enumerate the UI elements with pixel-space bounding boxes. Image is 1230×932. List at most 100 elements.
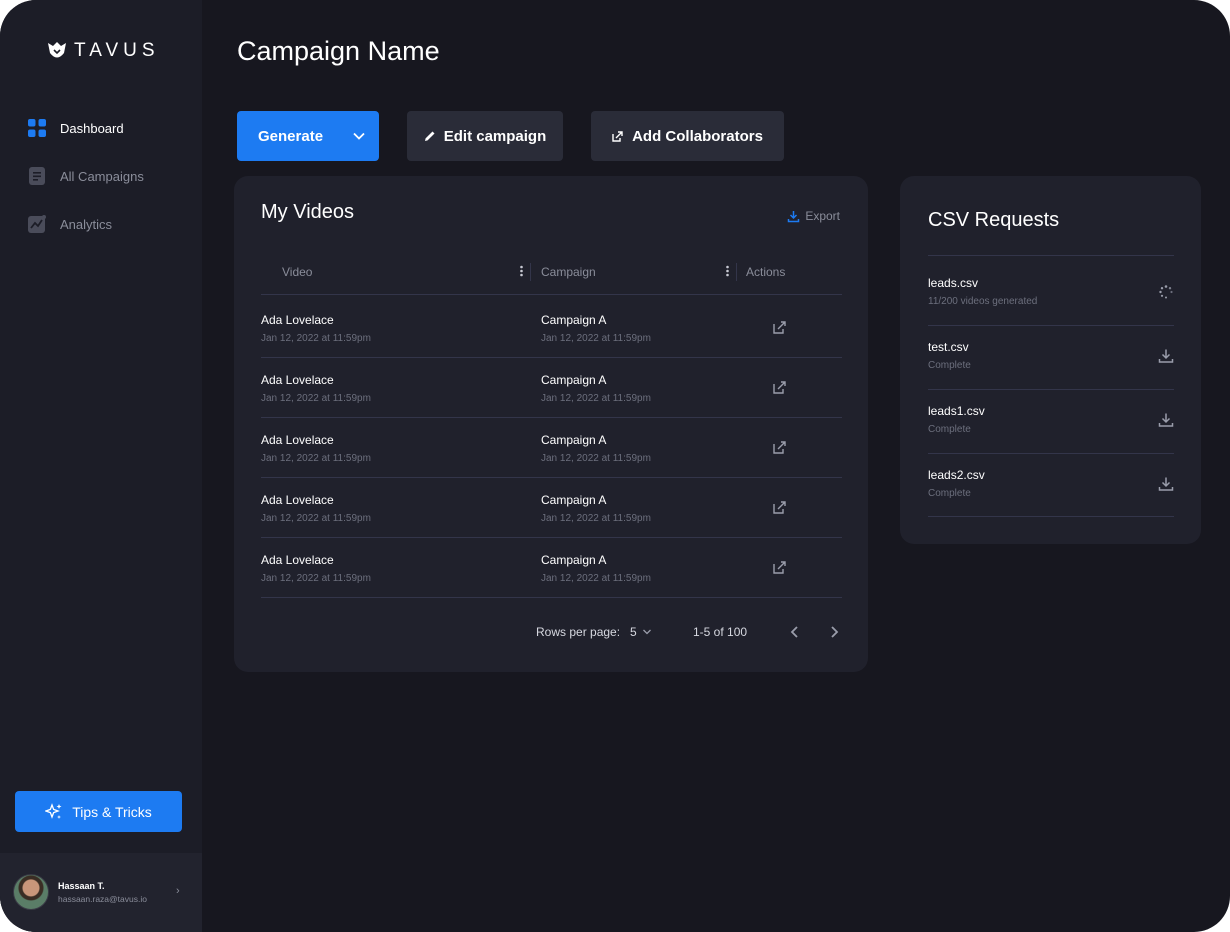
sidebar-item-all-campaigns[interactable]: All Campaigns	[28, 164, 144, 188]
grid-icon	[28, 119, 46, 137]
share-icon[interactable]	[772, 499, 788, 515]
user-email: hassaan.raza@tavus.io	[58, 894, 147, 904]
video-name: Ada Lovelace	[261, 493, 334, 507]
sidebar-item-analytics[interactable]: Analytics	[28, 212, 144, 236]
video-name: Ada Lovelace	[261, 433, 334, 447]
sidebar: TAVUS Dashboard All Campaigns Analytics …	[0, 0, 202, 932]
export-button[interactable]: Export	[787, 209, 840, 223]
rows-per-page-select[interactable]: 5	[630, 625, 637, 639]
user-profile[interactable]: Hassaan T. hassaan.raza@tavus.io ›	[0, 853, 202, 932]
video-date: Jan 12, 2022 at 11:59pm	[261, 513, 371, 524]
column-divider[interactable]	[736, 263, 737, 281]
campaign-name: Campaign A	[541, 493, 607, 507]
csv-status: 11/200 videos generated	[928, 296, 1038, 307]
video-name: Ada Lovelace	[261, 313, 334, 327]
tips-button-label: Tips & Tricks	[72, 803, 152, 820]
download-icon[interactable]	[1158, 348, 1174, 364]
share-icon[interactable]	[772, 379, 788, 395]
csv-file-name: leads1.csv	[928, 404, 985, 418]
download-icon	[788, 210, 800, 222]
brand-logo[interactable]: TAVUS	[46, 40, 160, 62]
campaign-date: Jan 12, 2022 at 11:59pm	[541, 453, 651, 464]
column-menu-icon[interactable]	[520, 265, 523, 277]
user-name: Hassaan T.	[58, 881, 105, 891]
generate-button[interactable]: Generate	[237, 111, 379, 161]
video-date: Jan 12, 2022 at 11:59pm	[261, 573, 371, 584]
chevron-down-icon[interactable]	[352, 129, 366, 143]
table-row[interactable]: Ada Lovelace Jan 12, 2022 at 11:59pm Cam…	[261, 297, 842, 358]
video-date: Jan 12, 2022 at 11:59pm	[261, 333, 371, 344]
csv-file-name: test.csv	[928, 340, 969, 354]
pagination-range: 1-5 of 100	[693, 625, 748, 639]
campaign-date: Jan 12, 2022 at 11:59pm	[541, 573, 651, 584]
csv-request-item[interactable]: leads.csv 11/200 videos generated	[928, 262, 1174, 325]
export-label: Export	[805, 209, 840, 223]
video-name: Ada Lovelace	[261, 373, 334, 387]
divider	[928, 255, 1174, 256]
column-header-video[interactable]: Video	[282, 265, 312, 279]
csv-status: Complete	[928, 360, 971, 371]
table-header-divider	[261, 294, 842, 295]
campaign-name: Campaign A	[541, 553, 607, 567]
column-menu-icon[interactable]	[726, 265, 729, 277]
video-date: Jan 12, 2022 at 11:59pm	[261, 393, 371, 404]
download-icon[interactable]	[1158, 476, 1174, 492]
app-window: TAVUS Dashboard All Campaigns Analytics …	[0, 0, 1230, 932]
table-row[interactable]: Ada Lovelace Jan 12, 2022 at 11:59pm Cam…	[261, 417, 842, 478]
share-icon[interactable]	[772, 559, 788, 575]
column-header-actions: Actions	[746, 265, 786, 279]
divider	[928, 516, 1174, 517]
edit-campaign-button[interactable]: Edit campaign	[407, 111, 563, 161]
brand-name: TAVUS	[74, 40, 160, 61]
campaign-date: Jan 12, 2022 at 11:59pm	[541, 333, 651, 344]
add-collaborators-label: Add Collaborators	[632, 127, 763, 145]
table-row[interactable]: Ada Lovelace Jan 12, 2022 at 11:59pm Cam…	[261, 477, 842, 538]
avatar	[13, 874, 49, 910]
download-icon[interactable]	[1158, 412, 1174, 428]
chevron-right-icon[interactable]	[826, 624, 842, 640]
chevron-right-icon: ›	[176, 885, 180, 897]
video-date: Jan 12, 2022 at 11:59pm	[261, 453, 371, 464]
csv-file-name: leads.csv	[928, 276, 979, 290]
csv-requests-title: CSV Requests	[928, 209, 1060, 231]
edit-campaign-label: Edit campaign	[443, 127, 547, 145]
tavus-logo-icon	[48, 42, 66, 58]
campaign-name: Campaign A	[541, 433, 607, 447]
chart-icon	[28, 215, 46, 233]
csv-file-name: leads2.csv	[928, 468, 985, 482]
share-icon[interactable]	[772, 319, 788, 335]
document-icon	[28, 167, 46, 185]
sparkle-icon	[45, 802, 62, 819]
chevron-down-icon[interactable]	[642, 627, 652, 637]
share-icon[interactable]	[772, 439, 788, 455]
csv-requests-card: CSV Requests leads.csv 11/200 videos gen…	[900, 176, 1201, 544]
csv-request-item[interactable]: leads2.csv Complete	[928, 454, 1174, 517]
my-videos-card: My Videos Export Video Campaign Actions …	[234, 176, 868, 672]
campaign-date: Jan 12, 2022 at 11:59pm	[541, 513, 651, 524]
chevron-left-icon[interactable]	[787, 624, 803, 640]
page-title: Campaign Name	[237, 36, 440, 66]
share-icon	[612, 131, 623, 142]
tips-and-tricks-button[interactable]: Tips & Tricks	[15, 791, 182, 832]
generate-button-label: Generate	[258, 127, 324, 145]
sidebar-item-label: Dashboard	[60, 120, 124, 136]
table-row[interactable]: Ada Lovelace Jan 12, 2022 at 11:59pm Cam…	[261, 537, 842, 598]
sidebar-nav: Dashboard All Campaigns Analytics	[28, 116, 144, 260]
sidebar-item-dashboard[interactable]: Dashboard	[28, 116, 144, 140]
loading-spinner-icon	[1159, 285, 1173, 299]
csv-request-item[interactable]: leads1.csv Complete	[928, 390, 1174, 453]
campaign-name: Campaign A	[541, 313, 607, 327]
column-divider[interactable]	[530, 263, 531, 281]
rows-per-page-label: Rows per page:	[536, 625, 621, 639]
add-collaborators-button[interactable]: Add Collaborators	[591, 111, 784, 161]
campaign-name: Campaign A	[541, 373, 607, 387]
my-videos-title: My Videos	[261, 201, 355, 223]
sidebar-item-label: Analytics	[60, 216, 113, 232]
pencil-icon	[424, 131, 435, 141]
csv-request-item[interactable]: test.csv Complete	[928, 326, 1174, 389]
table-row[interactable]: Ada Lovelace Jan 12, 2022 at 11:59pm Cam…	[261, 357, 842, 418]
sidebar-item-label: All Campaigns	[60, 168, 144, 184]
csv-status: Complete	[928, 488, 971, 499]
campaign-date: Jan 12, 2022 at 11:59pm	[541, 393, 651, 404]
column-header-campaign[interactable]: Campaign	[541, 265, 596, 279]
